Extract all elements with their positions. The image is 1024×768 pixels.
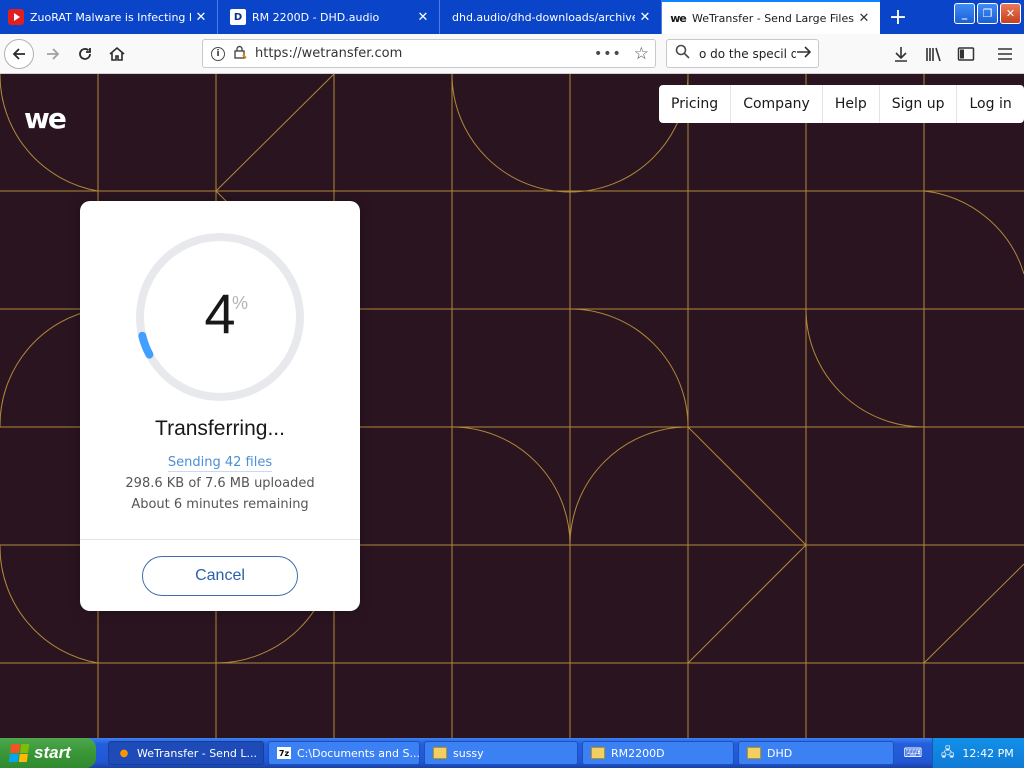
tab-title: dhd.audio/dhd-downloads/archive/dh xyxy=(452,10,635,24)
close-icon[interactable]: ✕ xyxy=(635,7,655,27)
task-label: C:\Documents and S... xyxy=(297,746,420,760)
nav-company[interactable]: Company xyxy=(731,85,823,123)
clock[interactable]: 12:42 PM xyxy=(962,747,1013,760)
tab-title: WeTransfer - Send Large Files & S xyxy=(692,11,854,25)
wetransfer-icon: we xyxy=(670,11,687,25)
browser-toolbar: i https://wetransfer.com ••• ☆ o do the … xyxy=(0,34,1024,74)
task-label: sussy xyxy=(453,746,484,760)
menu-icon[interactable] xyxy=(992,41,1018,67)
transfer-status: Transferring... xyxy=(155,417,285,440)
task-label: RM2200D xyxy=(611,746,665,760)
network-icon[interactable]: 🖧 xyxy=(941,743,954,764)
windows-taskbar: start ● WeTransfer - Send L... 7z C:\Doc… xyxy=(0,738,1024,768)
percent-sign: % xyxy=(232,293,249,313)
downloads-icon[interactable] xyxy=(888,41,914,67)
close-icon[interactable]: ✕ xyxy=(413,7,433,27)
task-label: WeTransfer - Send L... xyxy=(137,746,258,760)
tab-dhd-downloads[interactable]: dhd.audio/dhd-downloads/archive/dh ✕ xyxy=(444,0,662,34)
card-divider xyxy=(80,539,360,540)
time-remaining: About 6 minutes remaining xyxy=(131,497,309,512)
reload-button[interactable] xyxy=(70,39,100,69)
library-icon[interactable] xyxy=(921,41,947,67)
task-firefox[interactable]: ● WeTransfer - Send L... xyxy=(108,741,264,765)
back-button[interactable] xyxy=(4,39,34,69)
youtube-icon xyxy=(8,9,24,25)
folder-icon xyxy=(591,747,605,759)
lock-warning-icon[interactable] xyxy=(233,45,247,62)
address-bar[interactable]: i https://wetransfer.com ••• ☆ xyxy=(202,39,656,68)
search-icon xyxy=(675,44,693,63)
tab-title: ZuoRAT Malware is Infecting Rou xyxy=(30,10,191,24)
restore-button[interactable]: ❐ xyxy=(977,3,998,24)
start-button[interactable]: start xyxy=(0,738,96,768)
minimize-button[interactable]: _ xyxy=(954,3,975,24)
reload-icon xyxy=(79,48,91,60)
nav-help[interactable]: Help xyxy=(823,85,880,123)
home-button[interactable] xyxy=(102,39,132,69)
folder-icon xyxy=(433,747,447,759)
task-folder-dhd[interactable]: DHD xyxy=(738,741,894,765)
task-folder-rm2200d[interactable]: RM2200D xyxy=(582,741,734,765)
wetransfer-logo[interactable]: we xyxy=(24,102,67,135)
system-tray: 🖧 12:42 PM xyxy=(932,738,1024,768)
7zip-icon: 7z xyxy=(277,747,291,759)
dhd-icon: D xyxy=(230,9,246,25)
sending-files-link[interactable]: Sending 42 files xyxy=(80,455,360,472)
keyboard-icon[interactable]: ⌨ xyxy=(904,744,923,762)
browser-tab-strip: ZuoRAT Malware is Infecting Rou ✕ D RM 2… xyxy=(0,0,1024,34)
uploaded-amount: 298.6 KB of 7.6 MB uploaded xyxy=(125,476,315,491)
arrow-right-icon xyxy=(47,48,60,60)
task-label: DHD xyxy=(767,746,793,760)
nav-pricing[interactable]: Pricing xyxy=(659,85,732,123)
bookmark-star-icon[interactable]: ☆ xyxy=(634,44,649,64)
close-icon[interactable]: ✕ xyxy=(854,8,874,28)
top-navigation: Pricing Company Help Sign up Log in xyxy=(659,85,1024,123)
nav-log-in[interactable]: Log in xyxy=(957,85,1023,123)
task-7zip[interactable]: 7z C:\Documents and S... xyxy=(268,741,420,765)
search-bar[interactable]: o do the specil d xyxy=(666,39,819,68)
info-icon[interactable]: i xyxy=(211,46,225,61)
tab-zuorat[interactable]: ZuoRAT Malware is Infecting Rou ✕ xyxy=(0,0,218,34)
new-tab-button[interactable]: + xyxy=(884,4,912,30)
home-icon xyxy=(109,46,125,61)
search-go-icon[interactable] xyxy=(796,44,812,63)
url-text: https://wetransfer.com xyxy=(255,46,403,61)
task-folder-sussy[interactable]: sussy xyxy=(424,741,578,765)
close-window-button[interactable]: ✕ xyxy=(1000,3,1021,24)
tab-title: RM 2200D - DHD.audio xyxy=(252,10,380,24)
forward-button[interactable] xyxy=(38,39,68,69)
folder-icon xyxy=(747,747,761,759)
page-actions-icon[interactable]: ••• xyxy=(594,46,622,62)
transfer-card: 4 % Transferring... Sending 42 files 298… xyxy=(80,201,360,611)
cancel-button[interactable]: Cancel xyxy=(142,556,298,596)
page-content: we Pricing Company Help Sign up Log in 4… xyxy=(0,74,1024,738)
tab-wetransfer[interactable]: we WeTransfer - Send Large Files & S ✕ xyxy=(662,0,880,34)
progress-percent: 4 xyxy=(204,282,236,345)
arrow-left-icon xyxy=(12,48,25,60)
sending-files-text[interactable]: Sending 42 files xyxy=(167,455,273,472)
start-label: start xyxy=(34,743,71,762)
tab-dhd-audio[interactable]: D RM 2200D - DHD.audio ✕ xyxy=(222,0,440,34)
close-icon[interactable]: ✕ xyxy=(191,7,211,27)
window-controls: _ ❐ ✕ xyxy=(954,3,1021,24)
sidebar-icon[interactable] xyxy=(953,41,979,67)
windows-flag-icon xyxy=(8,744,30,762)
firefox-icon: ● xyxy=(119,747,129,759)
search-input[interactable]: o do the specil d xyxy=(699,47,796,61)
nav-sign-up[interactable]: Sign up xyxy=(880,85,958,123)
